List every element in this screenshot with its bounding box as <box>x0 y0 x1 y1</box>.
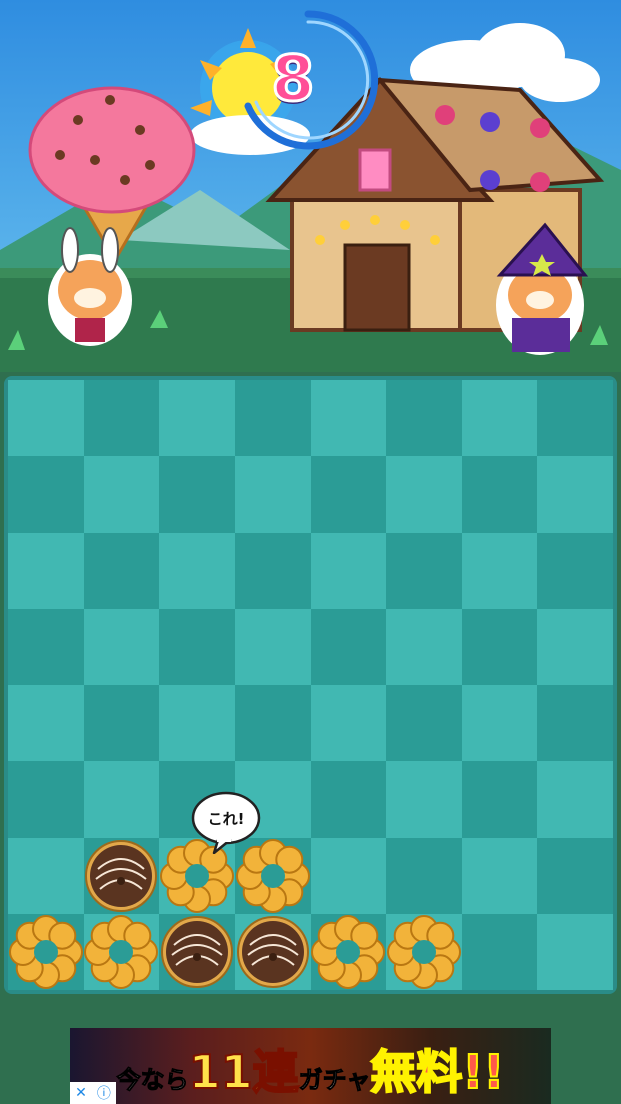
board-cell[interactable] <box>386 685 462 762</box>
board-cell[interactable] <box>234 532 311 609</box>
hint-label: これ! <box>207 810 245 828</box>
board-cell[interactable] <box>461 456 538 533</box>
board-cell[interactable] <box>310 608 387 685</box>
ad-text: 今なら11連ガチャ無料!! <box>70 1036 551 1102</box>
board-cell[interactable] <box>461 608 538 685</box>
board-cell[interactable] <box>159 608 235 685</box>
board-cell[interactable] <box>8 913 84 990</box>
board-cell[interactable] <box>8 608 84 685</box>
board-cell[interactable] <box>461 685 538 762</box>
board-grid <box>8 380 613 990</box>
board-cell[interactable] <box>310 913 387 990</box>
ad-banner[interactable]: 今なら11連ガチャ無料!! <box>70 1028 551 1104</box>
board-cell[interactable] <box>386 608 462 685</box>
board-cell[interactable] <box>8 761 84 838</box>
board-cell[interactable] <box>83 608 160 685</box>
board-cell[interactable] <box>83 837 160 914</box>
board-cell[interactable] <box>8 837 84 914</box>
ad-controls: ✕ ⓘ <box>70 1082 116 1104</box>
board-cell[interactable] <box>537 685 613 762</box>
board-cell[interactable] <box>537 837 613 914</box>
board-cell[interactable] <box>8 456 84 533</box>
board-cell[interactable] <box>310 456 387 533</box>
hint-speech-bubble: これ! <box>190 790 262 855</box>
board-cell[interactable] <box>159 685 235 762</box>
board-cell[interactable] <box>83 456 160 533</box>
board-cell[interactable] <box>310 532 387 609</box>
board-cell[interactable] <box>461 913 538 990</box>
close-icon[interactable]: ✕ <box>75 1085 87 1101</box>
board-cell[interactable] <box>83 913 160 990</box>
board-cell[interactable] <box>83 532 160 609</box>
game-board <box>4 376 617 994</box>
countdown-timer: 8 <box>238 6 388 156</box>
board-cell[interactable] <box>537 761 613 838</box>
board-cell[interactable] <box>159 532 235 609</box>
ad-text-part2: 11連 <box>188 1044 300 1100</box>
board-cell[interactable] <box>83 761 160 838</box>
board-cell[interactable] <box>8 380 84 457</box>
board-cell[interactable] <box>8 532 84 609</box>
board-cell[interactable] <box>234 913 311 990</box>
board-cell[interactable] <box>386 913 462 990</box>
board-cell[interactable] <box>310 837 387 914</box>
board-cell[interactable] <box>310 380 387 457</box>
board-cell[interactable] <box>234 685 311 762</box>
board-cell[interactable] <box>159 456 235 533</box>
board-cell[interactable] <box>234 380 311 457</box>
board-cell[interactable] <box>461 380 538 457</box>
board-cell[interactable] <box>537 532 613 609</box>
board-cell[interactable] <box>159 913 235 990</box>
board-cell[interactable] <box>386 837 462 914</box>
board-cell[interactable] <box>83 685 160 762</box>
board-cell[interactable] <box>386 380 462 457</box>
board-cell[interactable] <box>537 913 613 990</box>
ad-text-part4: 無料!! <box>369 1044 505 1100</box>
board-cell[interactable] <box>537 608 613 685</box>
timer-value: 8 <box>270 41 316 117</box>
board-cell[interactable] <box>537 380 613 457</box>
board-cell[interactable] <box>386 456 462 533</box>
board-cell[interactable] <box>310 761 387 838</box>
board-cell[interactable] <box>83 380 160 457</box>
board-cell[interactable] <box>234 456 311 533</box>
board-cell[interactable] <box>461 532 538 609</box>
board-cell[interactable] <box>234 608 311 685</box>
info-icon[interactable]: ⓘ <box>97 1083 111 1103</box>
board-cell[interactable] <box>386 761 462 838</box>
board-cell[interactable] <box>461 761 538 838</box>
board-cell[interactable] <box>8 685 84 762</box>
board-cell[interactable] <box>537 456 613 533</box>
board-cell[interactable] <box>461 837 538 914</box>
ad-text-part3: ガチャ <box>298 1066 371 1095</box>
board-cell[interactable] <box>386 532 462 609</box>
board-cell[interactable] <box>310 685 387 762</box>
ad-text-part1: 今なら <box>116 1066 189 1095</box>
board-cell[interactable] <box>159 380 235 457</box>
